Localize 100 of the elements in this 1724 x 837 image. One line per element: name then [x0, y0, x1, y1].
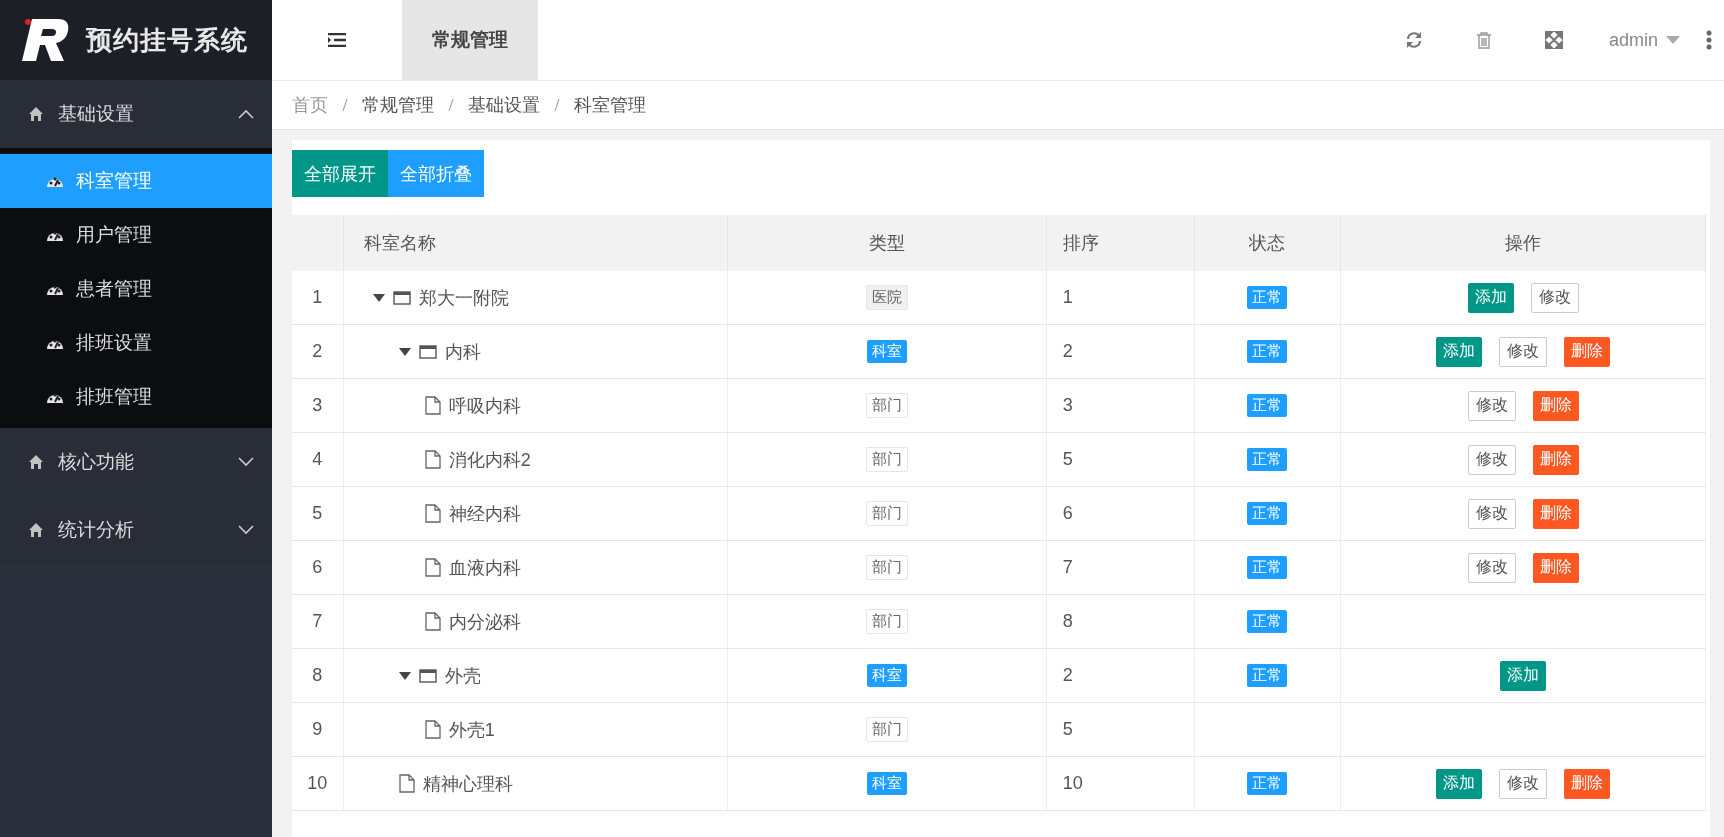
column-header: 状态: [1248, 233, 1285, 253]
add-button[interactable]: 添加: [1500, 660, 1547, 691]
fullscreen-icon[interactable]: [1544, 31, 1563, 49]
file-icon: [424, 720, 441, 739]
user-menu[interactable]: admin: [1588, 0, 1694, 80]
refresh-icon[interactable]: [1404, 31, 1423, 49]
department-name: 郑大一附院: [418, 286, 509, 310]
type-tag: 科室: [867, 772, 908, 795]
row-number: 6: [312, 557, 323, 577]
row-number: 7: [312, 611, 323, 631]
edit-button[interactable]: 修改: [1499, 768, 1548, 799]
file-icon: [424, 396, 441, 415]
edit-button[interactable]: 修改: [1467, 498, 1516, 529]
type-tag: 部门: [866, 393, 909, 418]
add-button[interactable]: 添加: [1436, 336, 1483, 367]
breadcrumb-link[interactable]: 常规管理: [362, 93, 434, 117]
status-tag: 正常: [1247, 340, 1288, 363]
type-tag: 科室: [867, 664, 908, 687]
status-tag: 正常: [1247, 772, 1288, 795]
edit-button[interactable]: 修改: [1530, 282, 1579, 313]
folder-window-icon: [392, 290, 411, 305]
column-header: 排序: [1062, 233, 1099, 253]
add-button[interactable]: 添加: [1436, 768, 1483, 799]
department-name: 外壳1: [448, 718, 495, 742]
type-tag: 部门: [866, 501, 909, 526]
more-icon[interactable]: [1706, 30, 1712, 50]
menu-item[interactable]: 排班管理: [0, 370, 272, 424]
department-name: 精神心理科: [422, 772, 513, 796]
file-icon: [398, 774, 415, 793]
sort-order: 2: [1062, 665, 1073, 685]
menu-item[interactable]: 患者管理: [0, 262, 272, 316]
row-number: 4: [312, 449, 323, 469]
column-header: 类型: [868, 233, 905, 253]
home-icon: [28, 106, 44, 122]
department-name: 神经内科: [448, 502, 521, 526]
sort-order: 6: [1062, 503, 1073, 523]
sort-order: 8: [1062, 611, 1073, 631]
status-tag: 正常: [1247, 448, 1288, 471]
breadcrumb-link[interactable]: 科室管理: [574, 93, 646, 117]
edit-button[interactable]: 修改: [1467, 390, 1516, 421]
add-button[interactable]: 添加: [1467, 282, 1514, 313]
menu-icon[interactable]: [328, 33, 346, 47]
menu-item[interactable]: 用户管理: [0, 208, 272, 262]
folder-window-icon: [418, 344, 437, 359]
type-tag: 部门: [866, 609, 909, 634]
breadcrumb-separator: [554, 98, 560, 112]
column-header: 操作: [1504, 233, 1541, 253]
status-tag: 正常: [1247, 394, 1288, 417]
edit-button[interactable]: 修改: [1467, 552, 1516, 583]
row-number: 3: [312, 395, 323, 415]
type-tag: 科室: [867, 340, 908, 363]
caret-down-icon: [1666, 36, 1680, 44]
sort-order: 5: [1062, 449, 1073, 469]
status-tag: 正常: [1247, 502, 1288, 525]
row-number: 1: [312, 287, 323, 307]
file-icon: [424, 504, 441, 523]
type-tag: 部门: [866, 447, 909, 472]
edit-button[interactable]: 修改: [1499, 336, 1548, 367]
sort-order: 1: [1062, 287, 1073, 307]
row-number: 9: [312, 719, 323, 739]
breadcrumb-link[interactable]: 基础设置: [468, 93, 540, 117]
status-tag: 正常: [1247, 556, 1288, 579]
edit-button[interactable]: 修改: [1467, 444, 1516, 475]
row-number: 5: [312, 503, 323, 523]
file-icon: [424, 612, 441, 631]
sort-order: 3: [1062, 395, 1073, 415]
status-tag: 正常: [1247, 610, 1288, 633]
department-name: 消化内科2: [448, 448, 531, 472]
app-title: 预约挂号系统: [86, 23, 248, 57]
trash-icon[interactable]: [1474, 31, 1493, 49]
menu-group[interactable]: 核心功能: [0, 428, 272, 496]
department-name: 呼吸内科: [448, 394, 521, 418]
department-name: 内分泌科: [448, 610, 521, 634]
nav-tab[interactable]: 常规管理: [402, 0, 538, 80]
caret-down-icon[interactable]: [372, 293, 385, 302]
breadcrumb-separator: [342, 98, 348, 112]
status-tag: 正常: [1247, 664, 1288, 687]
type-tag: 部门: [866, 717, 909, 742]
department-name: 内科: [444, 340, 481, 364]
menu-group[interactable]: 统计分析: [0, 496, 272, 564]
folder-window-icon: [418, 668, 437, 683]
sort-order: 5: [1062, 719, 1073, 739]
expand-all-button[interactable]: 全部展开: [292, 150, 388, 197]
column-header: 科室名称: [363, 233, 436, 253]
sort-order: 2: [1062, 341, 1073, 361]
caret-down-icon[interactable]: [398, 671, 411, 680]
file-icon: [424, 558, 441, 577]
department-name: 血液内科: [448, 556, 521, 580]
row-number: 2: [312, 341, 323, 361]
home-icon: [28, 454, 44, 470]
row-number: 10: [307, 773, 328, 793]
home-icon: [28, 522, 44, 538]
breadcrumb-separator: [448, 98, 454, 112]
caret-down-icon[interactable]: [398, 347, 411, 356]
department-name: 外壳: [444, 664, 481, 688]
menu-item[interactable]: 排班设置: [0, 316, 272, 370]
file-icon: [424, 450, 441, 469]
row-number: 8: [312, 665, 323, 685]
status-tag: 正常: [1247, 286, 1288, 309]
menu-group[interactable]: 基础设置: [0, 80, 272, 148]
